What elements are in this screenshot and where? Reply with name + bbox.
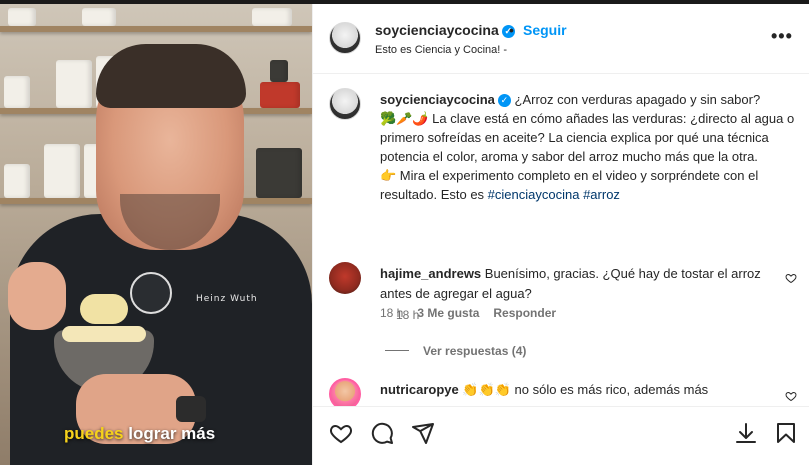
more-horizontal-icon[interactable]: ••• [771,26,793,47]
follow-button[interactable]: Seguir [523,22,567,38]
separator-dot: • [509,22,514,38]
comment-icon[interactable] [370,421,394,445]
jar [8,8,36,26]
comment-text: nutricaropye 👏👏👏 no sólo es más rico, ad… [380,380,780,400]
video-caption: puedes lograr más [64,424,215,444]
rice [62,326,146,342]
jar [4,76,30,108]
author-subtitle[interactable]: Esto es Ciencia y Cocina! - [375,44,507,56]
comment-likes[interactable]: 3 Me gusta [417,306,479,320]
post-panel: soycienciaycocina ✓ • Seguir Esto es Cien… [312,4,809,465]
jacket-logo [130,272,172,314]
jar [270,60,288,82]
action-bar [313,406,809,465]
comment-username[interactable]: nutricaropye [380,382,459,397]
watch [176,396,206,422]
send-icon[interactable] [411,421,435,445]
jar [82,8,116,26]
caption-para1: 🥦🥕🌶️ La clave está en cómo añades las ve… [380,111,795,164]
jar [256,148,302,198]
view-replies-button[interactable]: Ver respuestas (4) [385,344,526,358]
post-header: soycienciaycocina ✓ • Seguir Esto es Cien… [313,4,809,74]
author-username-row: soycienciaycocina ✓ [375,22,515,38]
bookmark-icon[interactable] [774,421,798,445]
verified-badge-icon: ✓ [497,94,511,107]
hand [8,262,66,330]
jar [4,164,30,198]
commenter-avatar[interactable] [329,262,361,294]
jacket-name: Heinz Wuth [196,294,258,304]
replies-line [385,350,409,351]
spoon-food [80,294,128,324]
author-username[interactable]: soycienciaycocina [375,22,499,38]
download-icon[interactable] [734,421,758,445]
heart-icon[interactable] [785,390,797,402]
comment-text: hajime_andrews Buenísimo, gracias. ¿Qué … [380,264,780,304]
caption-line1: ¿Arroz con verduras apagado y sin sabor? [510,92,761,107]
view-replies-label: Ver respuestas (4) [423,344,527,358]
reply-button[interactable]: Responder [493,306,556,320]
heart-icon[interactable] [785,272,797,284]
hashtag-link[interactable]: #cienciaycocina [488,187,580,202]
caption-rest: lograr más [123,424,216,443]
person-hair [96,44,246,108]
hashtag-link[interactable]: #arroz [583,187,620,202]
caption-username[interactable]: soycienciaycocina [380,92,495,107]
heart-icon[interactable] [329,421,353,445]
author-avatar[interactable] [329,22,361,54]
jar [44,144,80,198]
jar [260,82,300,108]
caption-highlight: puedes [64,424,124,443]
comment-meta: 18 h 3 Me gusta Responder [380,306,570,320]
comment-body: 👏👏👏 no sólo es más rico, además más [458,382,709,397]
jar [252,8,292,26]
comment-time[interactable]: 18 h [380,306,403,320]
caption-text: soycienciaycocina ✓ ¿Arroz con verduras a… [380,90,800,204]
comment-username[interactable]: hajime_andrews [380,266,481,281]
comment: nutricaropye 👏👏👏 no sólo es más rico, ad… [329,378,799,408]
author-avatar[interactable] [329,88,361,120]
jar [56,60,92,108]
commenter-avatar[interactable] [329,378,361,408]
video-player[interactable]: Heinz Wuth puedes lograr más [0,4,312,465]
shelf [0,26,312,32]
